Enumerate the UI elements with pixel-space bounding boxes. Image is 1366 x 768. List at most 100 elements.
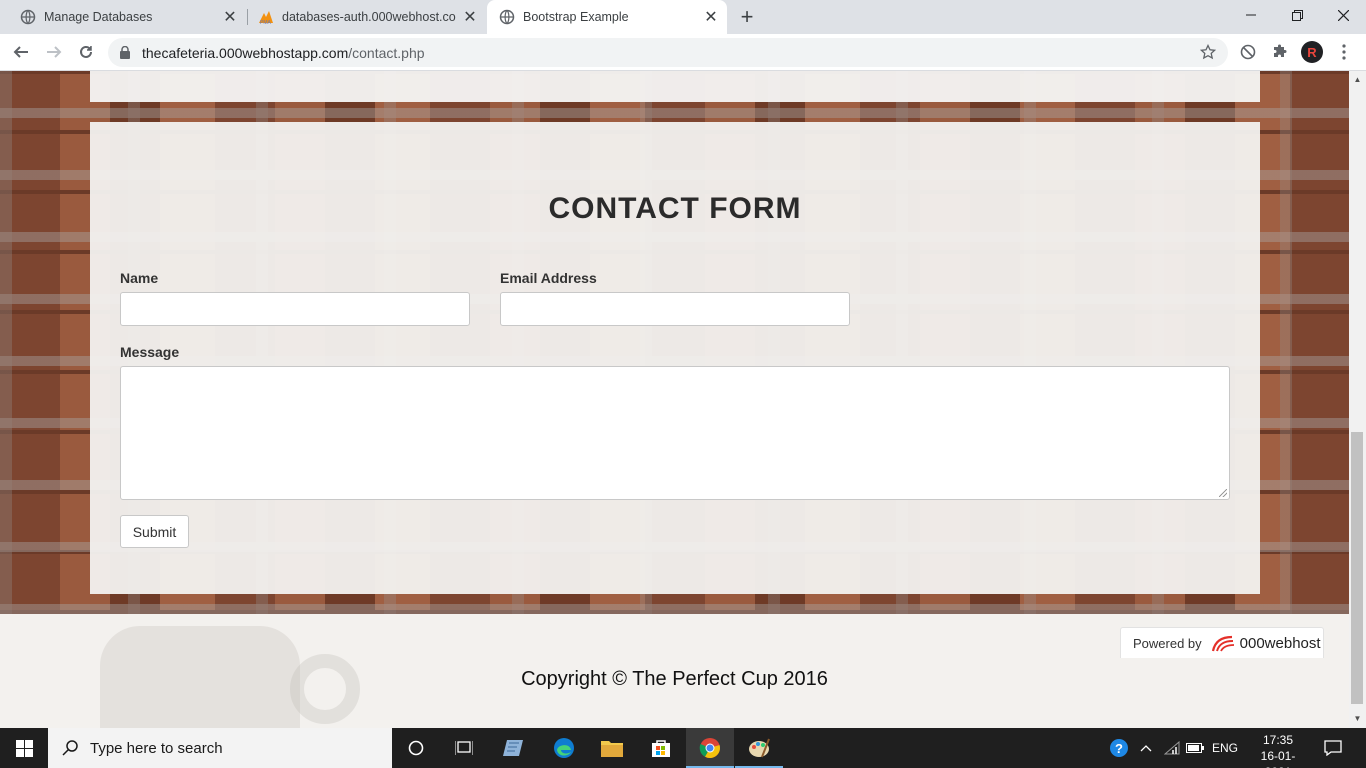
notification-icon (1324, 740, 1342, 756)
contact-form-panel: CONTACT FORM Name Email Address Message … (90, 122, 1260, 594)
powered-by-badge[interactable]: Powered by 000webhost (1120, 627, 1324, 658)
email-label: Email Address (500, 270, 597, 286)
tab-strip: Manage Databases ✕ PMA databases-auth.00… (0, 0, 1366, 34)
close-icon (1337, 9, 1349, 21)
browser-toolbar: thecafeteria.000webhostapp.com/contact.p… (0, 34, 1366, 71)
store-bag-icon (652, 740, 670, 757)
submit-button[interactable]: Submit (120, 515, 189, 548)
block-icon (1240, 44, 1256, 60)
000webhost-logo-icon (1211, 635, 1234, 652)
close-tab-icon[interactable]: ✕ (462, 9, 478, 26)
start-button[interactable] (0, 728, 48, 768)
page-title: CONTACT FORM (90, 192, 1260, 226)
taskbar-search[interactable]: Type here to search (48, 728, 392, 768)
help-tray-icon[interactable]: ? (1108, 728, 1130, 768)
forward-arrow-icon (47, 46, 62, 58)
scroll-up-icon[interactable]: ▲ (1353, 75, 1362, 84)
restore-button[interactable] (1274, 0, 1320, 30)
address-bar[interactable]: thecafeteria.000webhostapp.com/contact.p… (108, 38, 1228, 67)
profile-avatar[interactable]: R (1301, 41, 1323, 63)
folder-icon (601, 741, 623, 757)
taskbar-app-store[interactable] (637, 728, 685, 768)
scroll-down-icon[interactable]: ▼ (1353, 714, 1362, 723)
back-arrow-icon (13, 46, 28, 58)
puzzle-icon (1274, 44, 1287, 57)
wifi-icon (1164, 741, 1180, 755)
extension-block-button[interactable] (1237, 41, 1259, 63)
lock-icon[interactable] (120, 46, 130, 59)
windows-taskbar: Type here to search ? ENG 17:35 16-01-20… (0, 728, 1366, 768)
page-scrollbar[interactable]: ▲ ▼ (1349, 71, 1366, 728)
close-window-button[interactable] (1320, 0, 1366, 30)
email-field[interactable] (500, 292, 850, 326)
action-center-button[interactable] (1324, 728, 1342, 768)
heading-bold: FORM (709, 192, 802, 225)
edge-icon (554, 738, 574, 758)
show-hidden-icons-button[interactable] (1140, 728, 1152, 768)
battery-icon (1186, 743, 1204, 753)
tab-title: Bootstrap Example (523, 10, 629, 24)
browser-menu-button[interactable] (1333, 41, 1355, 63)
message-label: Message (120, 344, 180, 360)
message-textarea[interactable] (120, 366, 1230, 500)
bookmark-star-icon[interactable] (1200, 44, 1216, 60)
kebab-menu-icon (1342, 44, 1346, 60)
url-host: thecafeteria.000webhostapp.com (142, 45, 349, 61)
previous-section-panel (90, 71, 1260, 102)
url-text: thecafeteria.000webhostapp.com/contact.p… (142, 45, 425, 61)
tab-title: databases-auth.000webhost.com (282, 10, 456, 24)
url-path: /contact.php (348, 45, 425, 61)
taskbar-app-edge[interactable] (540, 728, 588, 768)
heading-light: CONTACT (548, 192, 710, 225)
taskbar-app-chrome[interactable] (686, 728, 734, 768)
svg-text:PMA: PMA (260, 20, 272, 25)
paint-palette-icon (749, 738, 770, 758)
clock-time: 17:35 (1262, 733, 1294, 747)
back-button[interactable] (9, 40, 33, 64)
tab-manage-databases[interactable]: Manage Databases ✕ (0, 0, 246, 34)
search-placeholder: Type here to search (90, 739, 223, 757)
notes-app-icon (503, 740, 523, 756)
copyright-text: Copyright © The Perfect Cup 2016 (521, 668, 828, 690)
close-tab-icon[interactable]: ✕ (703, 9, 719, 26)
taskbar-app-file-explorer[interactable] (588, 728, 636, 768)
forward-button[interactable] (42, 40, 66, 64)
network-tray-icon[interactable] (1164, 728, 1180, 768)
tab-databases-auth[interactable]: PMA databases-auth.000webhost.com ✕ (248, 0, 486, 34)
scrollbar-thumb[interactable] (1351, 432, 1363, 704)
powered-by-brand: 000webhost (1239, 634, 1321, 652)
extensions-button[interactable] (1269, 41, 1291, 63)
close-tab-icon[interactable]: ✕ (222, 9, 238, 26)
task-view-button[interactable] (440, 728, 488, 768)
phpmyadmin-icon: PMA (259, 11, 273, 25)
tab-bootstrap-example[interactable]: Bootstrap Example ✕ (487, 0, 727, 34)
taskbar-app-notes[interactable] (490, 728, 538, 768)
tab-title: Manage Databases (44, 10, 153, 24)
windows-logo-icon (15, 739, 33, 757)
globe-icon (20, 9, 36, 25)
search-icon (62, 740, 78, 756)
restore-icon (1291, 9, 1303, 21)
reload-icon (80, 45, 92, 58)
svg-text:?: ? (1115, 741, 1123, 756)
task-view-icon (455, 741, 473, 755)
cortana-circle-icon (408, 740, 424, 756)
reload-button[interactable] (74, 40, 98, 64)
taskbar-app-paint[interactable] (735, 728, 783, 768)
battery-tray-icon[interactable] (1186, 728, 1204, 768)
chrome-icon (699, 738, 720, 759)
globe-icon (499, 9, 515, 25)
help-icon: ? (1110, 739, 1128, 757)
minimize-icon (1246, 14, 1256, 16)
chevron-up-icon (1140, 745, 1152, 752)
powered-by-label: Powered by (1133, 635, 1202, 651)
resize-handle-icon[interactable] (1219, 489, 1227, 497)
name-field[interactable] (120, 292, 470, 326)
new-tab-button[interactable]: + (735, 4, 759, 29)
taskbar-clock[interactable]: 17:35 16-01-2021 (1250, 732, 1306, 768)
minimize-button[interactable] (1228, 0, 1274, 30)
cortana-button[interactable] (392, 728, 440, 768)
language-indicator[interactable]: ENG (1212, 728, 1238, 768)
name-label: Name (120, 270, 159, 286)
clock-date: 16-01-2021 (1260, 749, 1296, 768)
